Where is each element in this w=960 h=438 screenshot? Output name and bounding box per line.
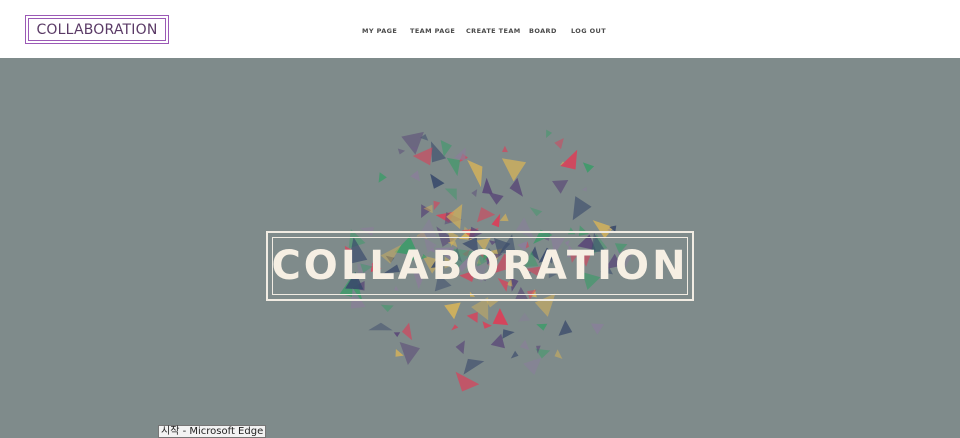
particle-triangle: [519, 339, 530, 351]
particle-triangle: [502, 145, 508, 153]
particle-triangle: [554, 349, 563, 359]
particle-triangle: [393, 332, 401, 338]
particle-triangle: [455, 371, 480, 392]
particle-triangle: [523, 357, 542, 375]
taskbar-tooltip: 시작 - Microsoft Edge: [158, 425, 267, 438]
particle-triangle: [499, 213, 509, 222]
particle-triangle: [501, 158, 527, 182]
particle-triangle: [410, 170, 420, 182]
hero-title-inner-frame: COLLABORATION: [271, 237, 689, 295]
hero-section: COLLABORATION: [0, 58, 960, 438]
hero-title: COLLABORATION: [271, 243, 689, 289]
particle-triangle: [488, 192, 504, 205]
particle-triangle: [446, 157, 461, 177]
particle-triangle: [433, 200, 441, 211]
particle-triangle: [581, 186, 587, 192]
particle-triangle: [510, 350, 519, 359]
particle-triangle: [482, 177, 493, 195]
particle-triangle: [477, 207, 496, 223]
particle-triangle: [552, 180, 569, 194]
menu-item-log-out[interactable]: LOG OUT: [571, 27, 606, 35]
particle-triangle: [529, 207, 543, 217]
main-menu: MY PAGE TEAM PAGE CREATE TEAM BOARD LOG …: [0, 27, 960, 39]
hero-title-frame: COLLABORATION: [266, 231, 694, 301]
particle-triangle: [560, 149, 578, 170]
particle-triangle: [451, 324, 459, 331]
particle-triangle: [471, 189, 478, 197]
particle-triangle: [554, 138, 564, 150]
particle-triangle: [502, 329, 515, 339]
particle-triangle: [518, 312, 531, 322]
particle-triangle: [401, 322, 413, 341]
particle-triangle: [536, 323, 548, 331]
particle-triangle: [454, 147, 466, 161]
particle-triangle: [397, 148, 406, 155]
particle-triangle: [558, 320, 573, 336]
particle-triangle: [455, 340, 465, 355]
particle-triangle: [399, 342, 420, 365]
particle-triangle: [582, 162, 595, 173]
particle-triangle: [395, 349, 404, 357]
menu-item-board[interactable]: BOARD: [529, 27, 557, 35]
particle-triangle: [482, 321, 492, 329]
particle-triangle: [572, 196, 592, 221]
particle-triangle: [463, 358, 485, 375]
menu-item-my-page[interactable]: MY PAGE: [362, 27, 397, 35]
particle-triangle: [430, 173, 445, 189]
particle-triangle: [446, 204, 463, 230]
particle-triangle: [466, 312, 478, 323]
particle-triangle: [378, 172, 387, 183]
particle-triangle: [546, 129, 553, 138]
menu-item-team-page[interactable]: TEAM PAGE: [410, 27, 455, 35]
particle-triangle: [401, 131, 424, 155]
particle-triangle: [486, 300, 500, 308]
particle-triangle: [380, 304, 394, 312]
particle-triangle: [444, 188, 457, 201]
menu-item-create-team[interactable]: CREATE TEAM: [466, 27, 521, 35]
top-navbar: COLLABORATION MY PAGE TEAM PAGE CREATE T…: [0, 0, 960, 58]
particle-triangle: [509, 177, 523, 197]
particle-triangle: [368, 322, 393, 331]
particle-triangle: [444, 302, 461, 320]
particle-triangle: [590, 323, 604, 335]
particle-triangle: [492, 308, 509, 326]
particle-triangle: [467, 159, 483, 188]
